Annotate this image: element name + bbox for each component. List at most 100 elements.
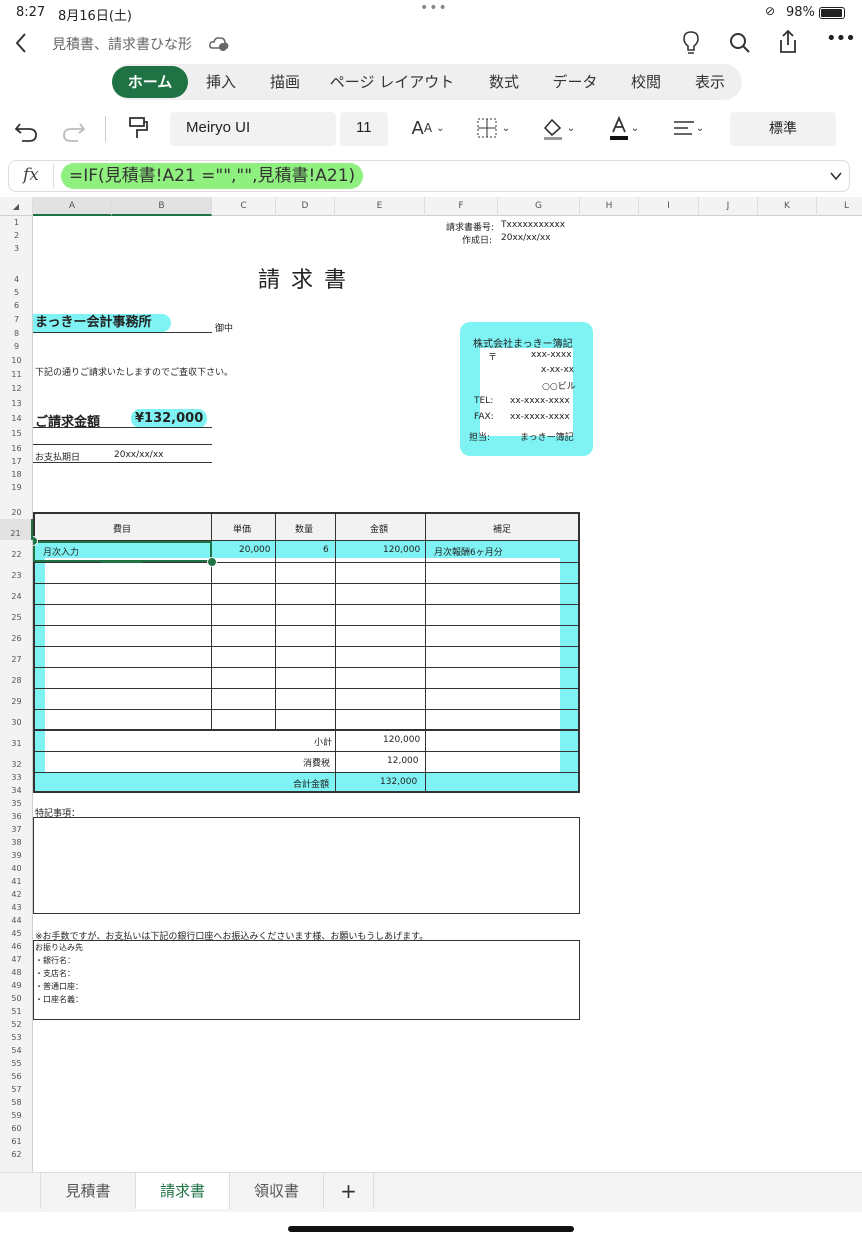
row-header[interactable]: 62 [0,1148,33,1161]
row-header[interactable]: 2 [0,229,33,242]
row-header[interactable]: 41 [0,875,33,888]
row-header[interactable]: 30 [0,708,33,729]
selection-handle-end[interactable] [207,557,217,567]
col-header-h[interactable]: H [580,197,639,216]
sheet-tab-receipt[interactable]: 領収書 [230,1173,324,1209]
number-format-box[interactable]: 標準 [730,112,836,146]
remarks-box[interactable] [33,817,580,914]
home-indicator[interactable] [288,1226,574,1232]
col-header-l[interactable]: L [817,197,862,216]
tab-review[interactable]: 校閲 [620,64,672,100]
format-painter-icon[interactable] [124,104,152,152]
row-header[interactable]: 50 [0,992,33,1005]
resize-grip[interactable] [101,560,143,563]
more-icon[interactable]: ••• [826,28,856,49]
row-header[interactable]: 4 [0,255,33,286]
r21-price[interactable]: 20,000 [239,545,271,555]
search-icon[interactable] [728,31,752,55]
row-header[interactable]: 26 [0,624,33,645]
col-header-c[interactable]: C [212,197,276,216]
row-header[interactable]: 31 [0,729,33,750]
col-header-f[interactable]: F [425,197,498,216]
row-header[interactable]: 48 [0,966,33,979]
row-header[interactable]: 15 [0,426,33,442]
row-header[interactable]: 20 [0,494,33,519]
row-header[interactable]: 33 [0,771,33,784]
r21-amount[interactable]: 120,000 [383,545,420,555]
row-header[interactable]: 44 [0,914,33,927]
chevron-down-icon[interactable] [829,170,843,182]
row-header[interactable]: 5 [0,286,33,299]
add-sheet-button[interactable]: + [324,1173,374,1209]
row-header[interactable]: 19 [0,481,33,494]
borders-icon[interactable]: ⌄ [472,104,514,152]
fill-color-icon[interactable]: ⌄ [536,104,580,152]
tab-page-layout[interactable]: ページ レイアウト [324,64,460,100]
row-header[interactable]: 43 [0,901,33,914]
row-header[interactable]: 37 [0,823,33,836]
row-header[interactable]: 39 [0,849,33,862]
row-header[interactable]: 17 [0,455,33,468]
row-header[interactable]: 18 [0,468,33,481]
row-header[interactable]: 51 [0,1005,33,1018]
sheet-grid[interactable]: 請求書番号: Txxxxxxxxxxx 作成日: 20xx/xx/xx 請 求 … [33,216,862,1172]
row-header[interactable]: 10 [0,354,33,368]
font-size-box[interactable]: 11 [340,112,388,146]
file-title[interactable]: 見積書、請求書ひな形 [52,34,192,54]
row-header[interactable]: 46 [0,940,33,953]
row-header[interactable]: 16 [0,442,33,455]
row-header[interactable]: 22 [0,540,33,561]
row-header[interactable]: 40 [0,862,33,875]
row-header[interactable]: 56 [0,1070,33,1083]
row-header[interactable]: 1 [0,216,33,229]
bank-box[interactable] [33,940,580,1020]
back-icon[interactable] [14,32,28,54]
row-header[interactable]: 45 [0,927,33,940]
col-header-d[interactable]: D [276,197,335,216]
col-header-g[interactable]: G [498,197,580,216]
row-header[interactable]: 52 [0,1018,33,1031]
tab-draw[interactable]: 描画 [260,64,310,100]
tab-view[interactable]: 表示 [684,64,736,100]
col-header-k[interactable]: K [758,197,817,216]
row-header[interactable]: 57 [0,1083,33,1096]
multitask-dots-icon[interactable]: ••• [420,0,448,16]
row-header[interactable]: 59 [0,1109,33,1122]
tab-home[interactable]: ホーム [112,66,188,98]
r21-note[interactable]: 月次報酬6ヶ月分 [434,545,503,558]
row-header[interactable]: 61 [0,1135,33,1148]
row-header[interactable]: 36 [0,810,33,823]
row-header[interactable]: 53 [0,1031,33,1044]
row-header[interactable]: 42 [0,888,33,901]
row-header[interactable]: 47 [0,953,33,966]
row-header[interactable]: 49 [0,979,33,992]
row-header[interactable]: 14 [0,412,33,426]
share-icon[interactable] [777,29,799,55]
fx-icon[interactable]: fx [23,165,39,185]
row-header[interactable]: 3 [0,242,33,255]
font-size-change-icon[interactable]: A A ⌄ [408,104,448,152]
row-header[interactable]: 35 [0,797,33,810]
r21-qty[interactable]: 6 [323,545,329,555]
row-header[interactable]: 54 [0,1044,33,1057]
col-header-b[interactable]: B [112,197,212,216]
row-header[interactable]: 24 [0,582,33,603]
row-header[interactable]: 55 [0,1057,33,1070]
row-header[interactable]: 28 [0,666,33,687]
sheet-tab-estimate[interactable]: 見積書 [40,1173,136,1209]
row-header[interactable]: 32 [0,750,33,771]
col-header-e[interactable]: E [335,197,425,216]
align-icon[interactable]: ⌄ [666,104,710,152]
row-header[interactable]: 8 [0,327,33,340]
tab-insert[interactable]: 挿入 [196,64,246,100]
col-header-a[interactable]: A [33,197,112,216]
row-header[interactable]: 6 [0,299,33,312]
undo-icon[interactable] [12,104,40,152]
select-all-corner[interactable]: ◢ [0,197,33,216]
col-header-i[interactable]: I [639,197,699,216]
redo-icon[interactable] [60,104,88,152]
font-color-icon[interactable]: ⌄ [602,104,644,152]
row-header[interactable]: 29 [0,687,33,708]
selected-cell[interactable] [33,541,212,562]
row-header[interactable]: 12 [0,382,33,396]
